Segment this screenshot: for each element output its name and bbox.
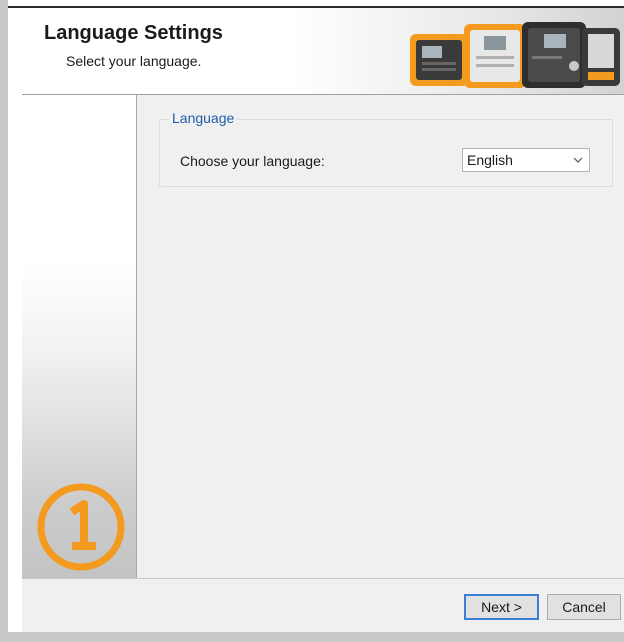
choose-language-label: Choose your language:: [180, 153, 325, 169]
language-select-value: English: [467, 152, 513, 168]
page-subtitle: Select your language.: [66, 53, 202, 69]
chevron-down-icon: [573, 157, 583, 163]
language-groupbox: Language Choose your language: English: [159, 110, 613, 187]
wizard-content: Language Choose your language: English: [137, 95, 624, 578]
window-frame-left: [0, 0, 8, 642]
next-button[interactable]: Next >: [464, 594, 539, 620]
wizard-header: Language Settings Select your language.: [22, 8, 624, 95]
cancel-button[interactable]: Cancel: [547, 594, 621, 620]
setup-wizard-window: Language Settings Select your language.: [22, 8, 624, 632]
language-group-legend: Language: [169, 110, 238, 126]
wizard-sidebar: [22, 95, 137, 578]
window-frame-bottom: [0, 632, 624, 642]
wizard-footer: Next > Cancel: [22, 578, 624, 632]
window-frame-inner: [8, 8, 22, 632]
devices-illustration: [410, 22, 620, 88]
page-title: Language Settings: [44, 22, 223, 44]
step-number-badge: [37, 483, 125, 571]
language-select[interactable]: English: [462, 148, 590, 172]
